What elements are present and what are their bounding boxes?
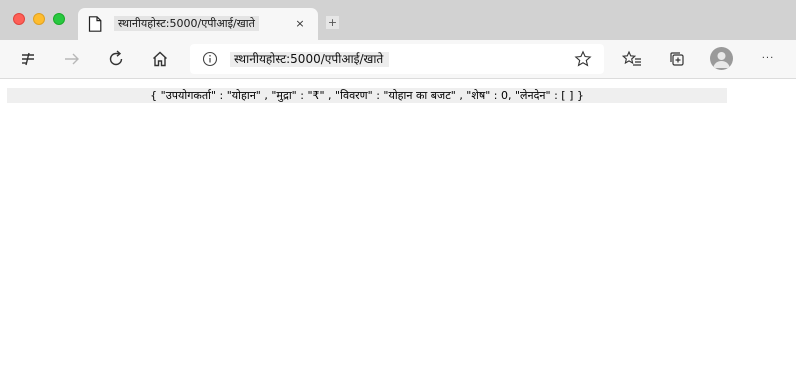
document-icon [88, 16, 102, 32]
favorites-icon[interactable] [620, 48, 644, 70]
browser-toolbar: स्थानीयहोस्ट:5000/एपीआई/खाते ··· [0, 40, 796, 79]
minimize-window-button[interactable] [33, 13, 45, 25]
forward-arrow-icon[interactable] [60, 48, 84, 70]
split-screen-icon[interactable] [16, 48, 40, 70]
page-content: { "उपयोगकर्ता" : "योहान" , "मुद्रा" : "₹… [0, 80, 796, 375]
tab-close-button[interactable]: × [293, 17, 307, 31]
maximize-window-button[interactable] [53, 13, 65, 25]
reload-icon[interactable] [104, 48, 128, 70]
tab-title: स्थानीयहोस्ट:5000/एपीआई/खाते [114, 16, 259, 31]
json-response-text: { "उपयोगकर्ता" : "योहान" , "मुद्रा" : "₹… [7, 88, 727, 103]
tab-strip: स्थानीयहोस्ट:5000/एपीआई/खाते × + [0, 0, 796, 40]
new-tab-button[interactable]: + [326, 16, 339, 29]
close-window-button[interactable] [13, 13, 25, 25]
address-text[interactable]: स्थानीयहोस्ट:5000/एपीआई/खाते [230, 52, 390, 67]
star-icon[interactable] [574, 50, 592, 68]
profile-avatar-icon[interactable] [710, 47, 733, 70]
browser-window: स्थानीयहोस्ट:5000/एपीआई/खाते × + स्थानीय… [0, 0, 796, 375]
more-icon[interactable]: ··· [760, 54, 776, 64]
browser-tab[interactable]: स्थानीयहोस्ट:5000/एपीआई/खाते × [78, 8, 318, 40]
info-icon[interactable] [202, 51, 218, 67]
address-bar[interactable]: स्थानीयहोस्ट:5000/एपीआई/खाते [190, 44, 604, 74]
collections-icon[interactable] [665, 48, 689, 70]
home-icon[interactable] [148, 48, 172, 70]
